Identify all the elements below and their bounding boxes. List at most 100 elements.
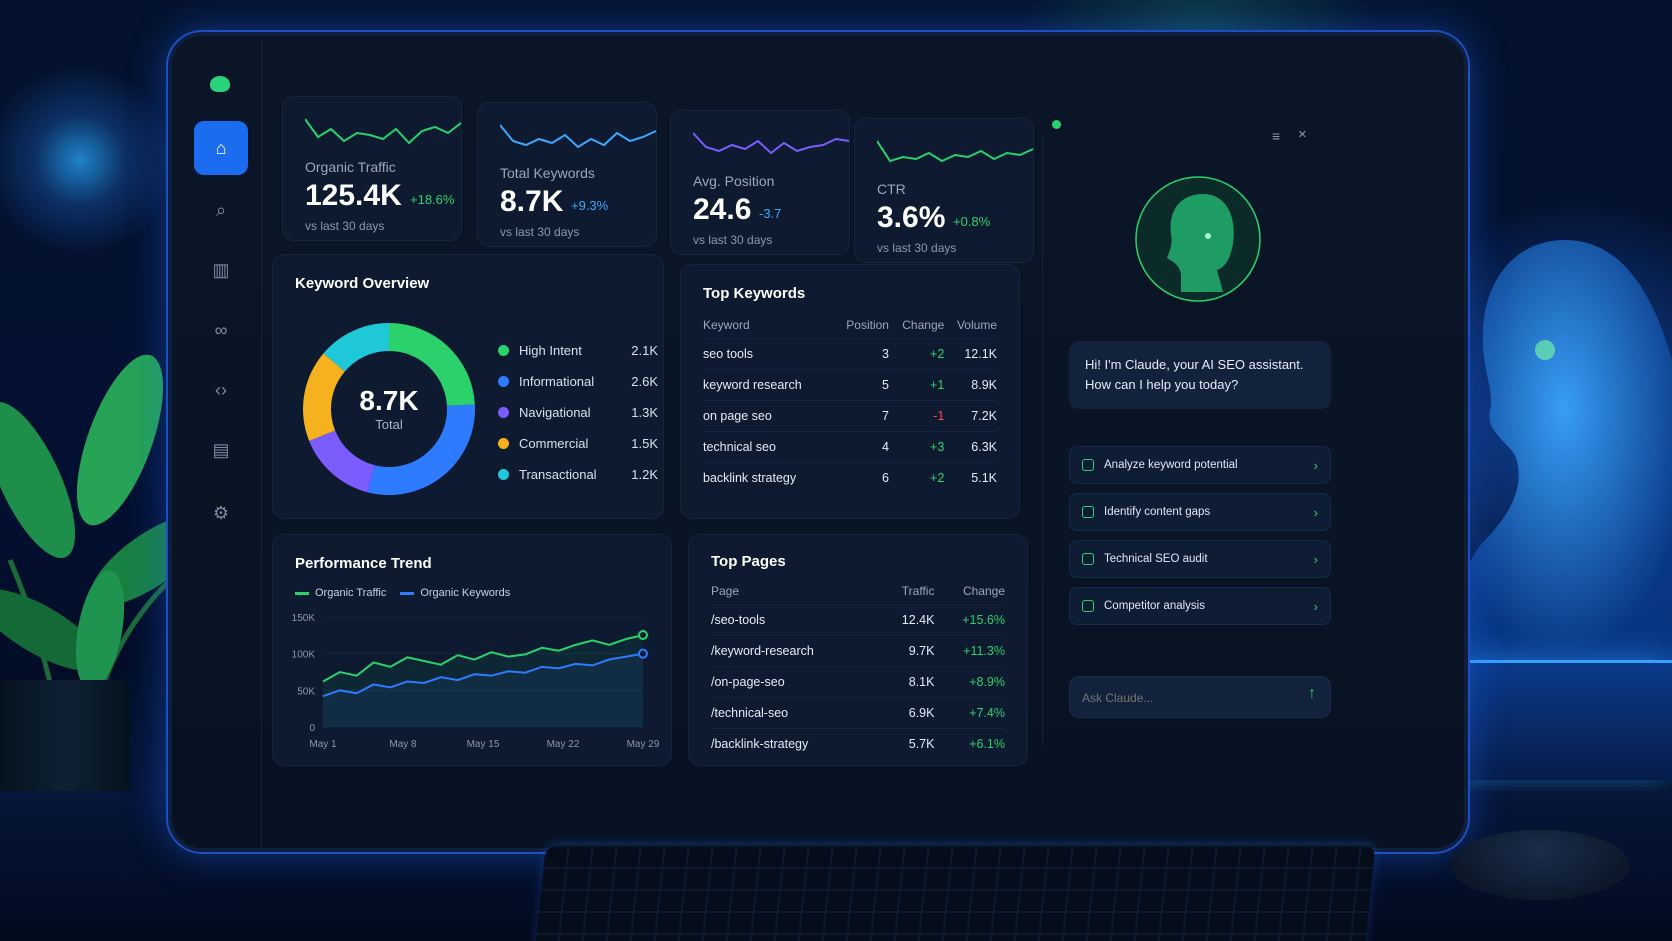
app-logo [210, 76, 230, 92]
series-endpoint [638, 630, 648, 641]
legend-value: 2.6K [631, 374, 658, 389]
stat-value: 8.7K [500, 185, 564, 218]
stat-change: -3.7 [759, 206, 782, 221]
table-row[interactable]: on page seo 7 -1 7.2K [703, 400, 997, 432]
search-icon[interactable]: ⌕ [202, 191, 240, 229]
table-row[interactable]: /keyword-research 9.7K +11.3% [711, 635, 1005, 667]
x-tick-label: May 15 [467, 739, 500, 750]
stat-subtext: vs last 30 days [500, 225, 580, 239]
x-tick-label: May 22 [547, 739, 580, 750]
action-icon [1082, 553, 1094, 565]
action-icon [1082, 600, 1094, 612]
action-icon [1082, 506, 1094, 518]
y-tick-label: 100K [292, 650, 316, 661]
table-cell: +7.4% [934, 697, 1005, 729]
chat-input[interactable] [1082, 687, 1282, 709]
table-row[interactable]: technical seo 4 +3 6.3K [703, 431, 997, 463]
table-row[interactable]: seo tools 3 +2 12.1K [703, 338, 997, 370]
keyboard [534, 845, 1376, 941]
home-icon[interactable]: ⌂ [194, 121, 248, 175]
settings-icon[interactable]: ⚙ [202, 494, 240, 532]
table-row[interactable]: /technical-seo 6.9K +7.4% [711, 697, 1005, 729]
stat-value: 125.4K [305, 179, 402, 212]
stat-card-3[interactable]: Avg. Position 24.6 -3.7 vs last 30 days [670, 110, 850, 255]
series-endpoint [638, 648, 648, 659]
table-cell: 7.2K [944, 400, 997, 432]
action-technical-audit[interactable]: Technical SEO audit › [1069, 540, 1331, 578]
stat-change: +0.8% [953, 214, 991, 229]
table-row[interactable]: backlink strategy 6 +2 5.1K [703, 462, 997, 493]
stat-change: +9.3% [571, 198, 609, 213]
column-header: Position [846, 318, 889, 332]
performance-trend-card: Performance Trend Organic Traffic Organi… [272, 534, 672, 766]
table-row[interactable]: /seo-tools 12.4K +15.6% [711, 604, 1005, 636]
column-header: Volume [956, 318, 997, 332]
assistant-panel: Hi! I'm Claude, your AI SEO assistant. H… [1042, 136, 1342, 746]
legend-value: 2.1K [631, 343, 658, 358]
table-cell: 12.4K [880, 604, 935, 636]
analytics-icon[interactable]: ▥ [202, 251, 240, 289]
table-cell: /keyword-research [711, 635, 881, 667]
chevron-right-icon: › [1313, 457, 1318, 473]
action-analyze-keyword[interactable]: Analyze keyword potential › [1069, 446, 1331, 484]
action-content-gaps[interactable]: Identify content gaps › [1069, 493, 1331, 531]
legend-item: High Intent 2.1K [498, 343, 658, 358]
table-cell: 5.1K [944, 462, 997, 493]
table-cell: 5.7K [880, 728, 935, 759]
table-row[interactable]: /on-page-seo 8.1K +8.9% [711, 666, 1005, 698]
legend-value: 1.2K [631, 467, 658, 482]
stat-card-1[interactable]: Organic Traffic 125.4K +18.6% vs last 30… [282, 96, 462, 241]
code-icon[interactable]: ‹› [202, 371, 240, 409]
performance-title: Performance Trend [295, 555, 432, 572]
link-icon[interactable]: ∞ [202, 311, 240, 349]
table-cell: 9.7K [880, 635, 935, 667]
table-cell: 7 [832, 400, 889, 432]
table-cell: +8.9% [934, 666, 1005, 698]
y-tick-label: 0 [309, 723, 315, 734]
stat-value: 24.6 [693, 193, 752, 226]
stat-subtext: vs last 30 days [693, 233, 773, 247]
send-icon[interactable]: ↑ [1308, 685, 1316, 703]
legend-item: Transactional 1.2K [498, 467, 658, 482]
y-tick-label: 150K [292, 613, 316, 624]
table-cell: 3 [832, 338, 889, 370]
table-cell: seo tools [703, 338, 833, 370]
chat-input-box: ↑ [1069, 676, 1331, 718]
stat-card-4[interactable]: CTR 3.6% +0.8% vs last 30 days [854, 118, 1034, 263]
legend-value: 1.5K [631, 436, 658, 451]
chevron-right-icon: › [1313, 598, 1318, 614]
legend-item: Informational 2.6K [498, 374, 658, 389]
stat-card-2[interactable]: Total Keywords 8.7K +9.3% vs last 30 day… [477, 102, 657, 247]
table-cell: /backlink-strategy [711, 728, 881, 759]
legend-organic-keywords: Organic Keywords [400, 587, 510, 599]
table-cell: /seo-tools [711, 604, 881, 636]
y-tick-label: 50K [297, 686, 315, 697]
sparkline [500, 124, 657, 149]
assistant-greeting: Hi! I'm Claude, your AI SEO assistant. H… [1069, 341, 1331, 410]
chevron-right-icon: › [1313, 551, 1318, 567]
table-cell: +6.1% [934, 728, 1005, 759]
top-keywords-table: Keyword Position Change Volume seo tools 3 +2… [703, 312, 997, 493]
table-row[interactable]: keyword research 5 +1 8.9K [703, 369, 997, 401]
action-competitor-analysis[interactable]: Competitor analysis › [1069, 587, 1331, 625]
report-icon[interactable]: ▤ [202, 431, 240, 469]
column-header: Change [962, 584, 1005, 598]
sparkline [305, 118, 462, 145]
stat-label: Organic Traffic [305, 159, 396, 175]
statue-base [1450, 660, 1672, 780]
table-cell: 5 [832, 369, 889, 401]
top-keywords-card: Top Keywords Keyword Position Change Volume… [680, 264, 1020, 519]
legend-organic-traffic: Organic Traffic [295, 587, 386, 599]
legend-dot [498, 345, 509, 356]
legend-dot [498, 438, 509, 449]
ai-avatar [1135, 176, 1261, 302]
donut-slice-2[interactable] [309, 430, 375, 493]
table-row[interactable]: /backlink-strategy 5.7K +6.1% [711, 728, 1005, 759]
legend-dot [498, 376, 509, 387]
chevron-right-icon: › [1313, 504, 1318, 520]
top-pages-title: Top Pages [711, 553, 786, 570]
table-cell: +2 [888, 462, 945, 493]
column-header: Traffic [901, 584, 935, 598]
performance-line-chart: 0 50K 100K 150K May 1 May 8 May 15 May 22 May 29 [292, 613, 660, 750]
top-pages-card: Top Pages Page Traffic Change /seo-tools 12… [688, 534, 1028, 766]
